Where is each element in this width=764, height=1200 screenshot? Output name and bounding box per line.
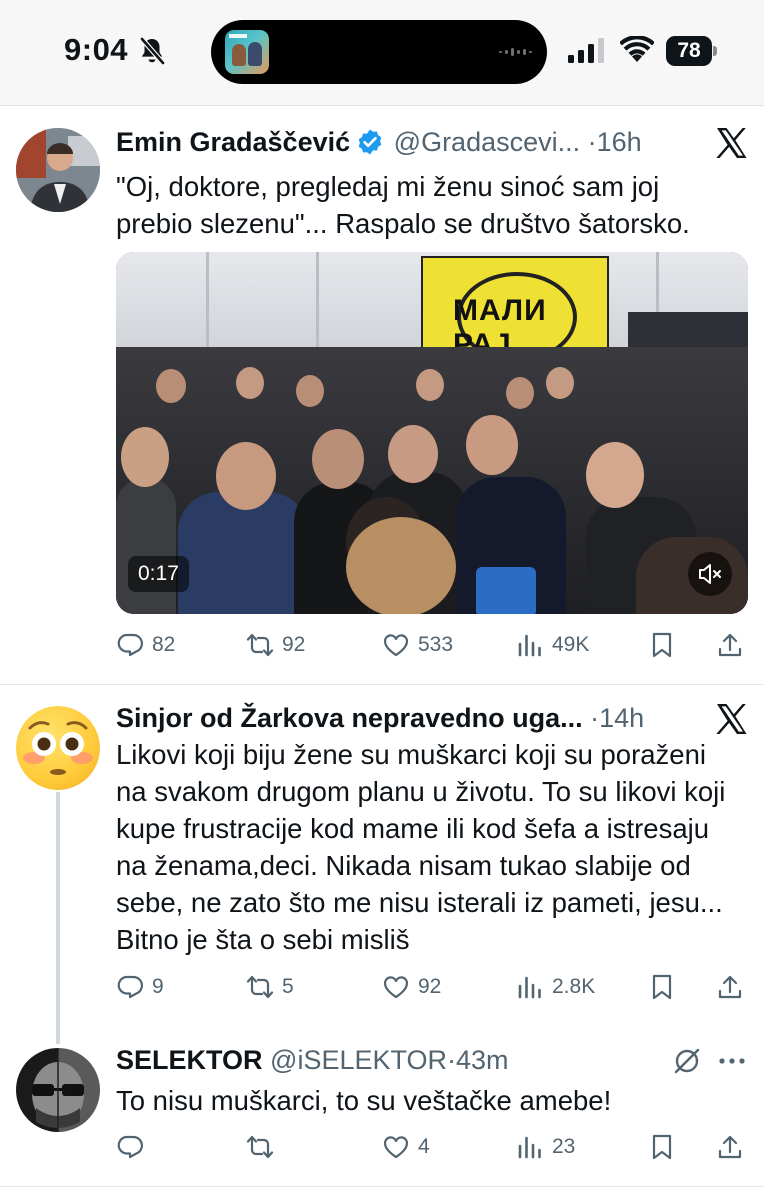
person-avatar-image	[16, 1048, 100, 1132]
analytics-icon	[518, 1136, 541, 1159]
avatar[interactable]	[16, 1048, 100, 1132]
repost-icon	[246, 1135, 274, 1159]
views-button[interactable]: 23	[516, 1132, 575, 1162]
author-name[interactable]: SELEKTOR	[116, 1045, 263, 1075]
tweet-actions: 4 23	[116, 1132, 748, 1162]
share-button[interactable]	[716, 1132, 744, 1162]
tweet-text: To nisu muškarci, to su veštačke amebe!	[116, 1085, 612, 1116]
heart-icon	[383, 1136, 409, 1159]
bookmark-button[interactable]	[648, 1132, 676, 1162]
reply-button[interactable]	[116, 1132, 152, 1162]
grok-icon[interactable]	[672, 1046, 702, 1076]
tweet-3[interactable]: SELEKTOR @iSELEKTOR·43m To nisu muškarci…	[0, 0, 764, 1200]
tweet-time[interactable]: 43m	[456, 1045, 509, 1075]
more-options-icon[interactable]	[718, 1056, 746, 1066]
share-icon	[718, 1135, 742, 1159]
author-handle[interactable]: @iSELEKTOR	[270, 1045, 447, 1075]
divider	[0, 1186, 764, 1187]
like-button[interactable]: 4	[382, 1132, 430, 1162]
reply-icon	[117, 1135, 143, 1159]
repost-button[interactable]	[246, 1132, 282, 1162]
bookmark-icon	[652, 1134, 672, 1160]
tweet-header: SELEKTOR @iSELEKTOR·43m	[116, 1045, 509, 1075]
